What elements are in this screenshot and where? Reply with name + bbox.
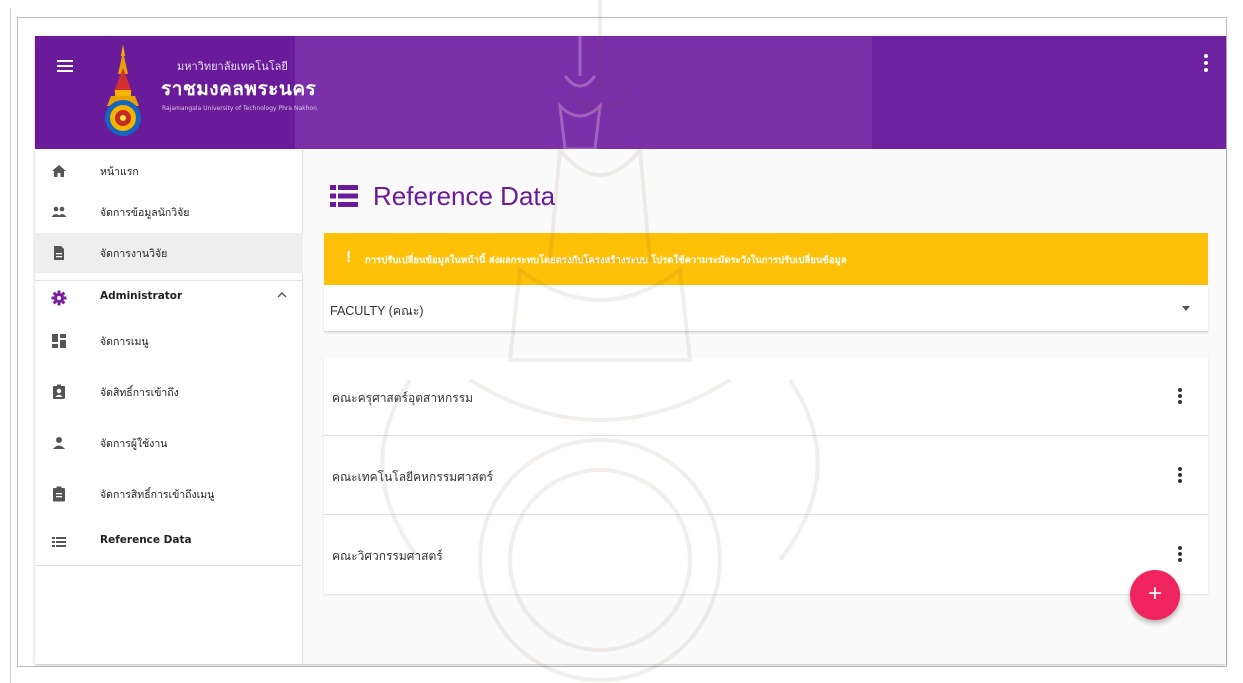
select-value: FACULTY (คณะ) — [330, 304, 424, 318]
sidebar-item-menu-access[interactable]: จัดการสิทธิ์การเข้าถึงเมนู — [35, 474, 303, 514]
university-name-english: Rajamangala University of Technology Phr… — [162, 105, 317, 112]
list-item-name: คณะวิศวกรรมศาสตร์ — [332, 549, 443, 563]
sidebar-item-label: จัดการงานวิจัย — [100, 248, 168, 260]
warning-text: การปรับเปลี่ยนข้อมูลในหน้านี้ ส่งผลกระทบ… — [365, 255, 847, 266]
plus-icon: + — [1147, 580, 1162, 607]
sidebar-item-label: หน้าแรก — [100, 166, 139, 178]
document-icon — [54, 246, 64, 260]
list-icon — [330, 185, 358, 207]
list-icon — [52, 537, 66, 547]
list-item: คณะครุศาสตร์อุตสาหกรรม — [324, 357, 1208, 436]
page-title: Reference Data — [373, 181, 556, 211]
sidebar-item-researchers[interactable]: จัดการข้อมูลนักวิจัย — [35, 192, 303, 232]
faculty-list: คณะครุศาสตร์อุตสาหกรรม คณะเทคโนโลยีคหกรร… — [324, 357, 1208, 594]
dashboard-icon — [52, 334, 66, 348]
header-more-icon[interactable] — [1196, 52, 1216, 74]
list-item-name: คณะเทคโนโลยีคหกรรมศาสตร์ — [332, 470, 494, 484]
warning-banner: ! การปรับเปลี่ยนข้อมูลในหน้านี้ ส่งผลกระ… — [324, 233, 1208, 285]
app-window: มหาวิทยาลัยเทคโนโลยี ราชมงคลพระนคร Rajam… — [35, 36, 1226, 664]
sidebar-item-research[interactable]: จัดการงานวิจัย — [35, 233, 303, 273]
sidebar-item-reference-data[interactable]: Reference Data — [35, 522, 303, 562]
list-item-name: คณะครุศาสตร์อุตสาหกรรม — [332, 391, 474, 405]
sidebar-item-menu-management[interactable]: จัดการเมนู — [35, 321, 303, 361]
people-icon — [51, 206, 67, 217]
sidebar-item-home[interactable]: หน้าแรก — [35, 151, 303, 191]
sidebar-item-label: Administrator — [100, 290, 183, 302]
more-vert-icon[interactable] — [1170, 385, 1190, 407]
sidebar-item-label: จัดสิทธิ์การเข้าถึง — [100, 387, 179, 399]
university-name-small: มหาวิทยาลัยเทคโนโลยี — [177, 60, 288, 73]
university-name-large: ราชมงคลพระนคร — [161, 78, 317, 100]
main-content: Reference Data ! การปรับเปลี่ยนข้อมูลในห… — [303, 149, 1226, 664]
reference-type-select[interactable]: FACULTY (คณะ) — [324, 285, 1208, 332]
sidebar-item-administrator[interactable]: Administrator — [35, 278, 303, 318]
hamburger-menu-button[interactable] — [53, 54, 77, 78]
sidebar-item-label: จัดการข้อมูลนักวิจัย — [100, 207, 190, 219]
home-icon — [52, 165, 66, 177]
sidebar-item-label: จัดการเมนู — [100, 336, 149, 348]
badge-icon — [53, 384, 65, 399]
warning-icon: ! — [346, 249, 352, 266]
header-right-panel — [872, 36, 1226, 149]
header-motif-graphic — [558, 36, 602, 149]
sidebar-divider — [35, 565, 303, 566]
sidebar-item-users[interactable]: จัดการผู้ใช้งาน — [35, 423, 303, 463]
sidebar-item-label: จัดการสิทธิ์การเข้าถึงเมนู — [100, 489, 215, 501]
app-header: มหาวิทยาลัยเทคโนโลยี ราชมงคลพระนคร Rajam… — [35, 36, 1226, 149]
add-button[interactable]: + — [1130, 570, 1180, 620]
list-item: คณะเทคโนโลยีคหกรรมศาสตร์ — [324, 436, 1208, 515]
top-text-fragment: ู — [155, 0, 167, 8]
more-vert-icon[interactable] — [1170, 464, 1190, 486]
caret-down-icon — [1182, 306, 1190, 311]
sidebar: หน้าแรก จัดการข้อมูลนักวิจัย จัดการงานวิ… — [35, 149, 303, 664]
sidebar-item-label: จัดการผู้ใช้งาน — [100, 438, 168, 450]
list-item: คณะวิศวกรรมศาสตร์ — [324, 515, 1208, 594]
gear-icon — [51, 290, 67, 306]
clipboard-icon — [53, 486, 65, 502]
sidebar-item-access-rights[interactable]: จัดสิทธิ์การเข้าถึง — [35, 372, 303, 412]
more-vert-icon[interactable] — [1170, 543, 1190, 565]
page-border-line — [10, 8, 11, 683]
sidebar-item-label: Reference Data — [100, 534, 192, 546]
person-icon — [53, 437, 65, 449]
chevron-up-icon[interactable] — [275, 288, 289, 302]
university-logo — [105, 44, 141, 136]
